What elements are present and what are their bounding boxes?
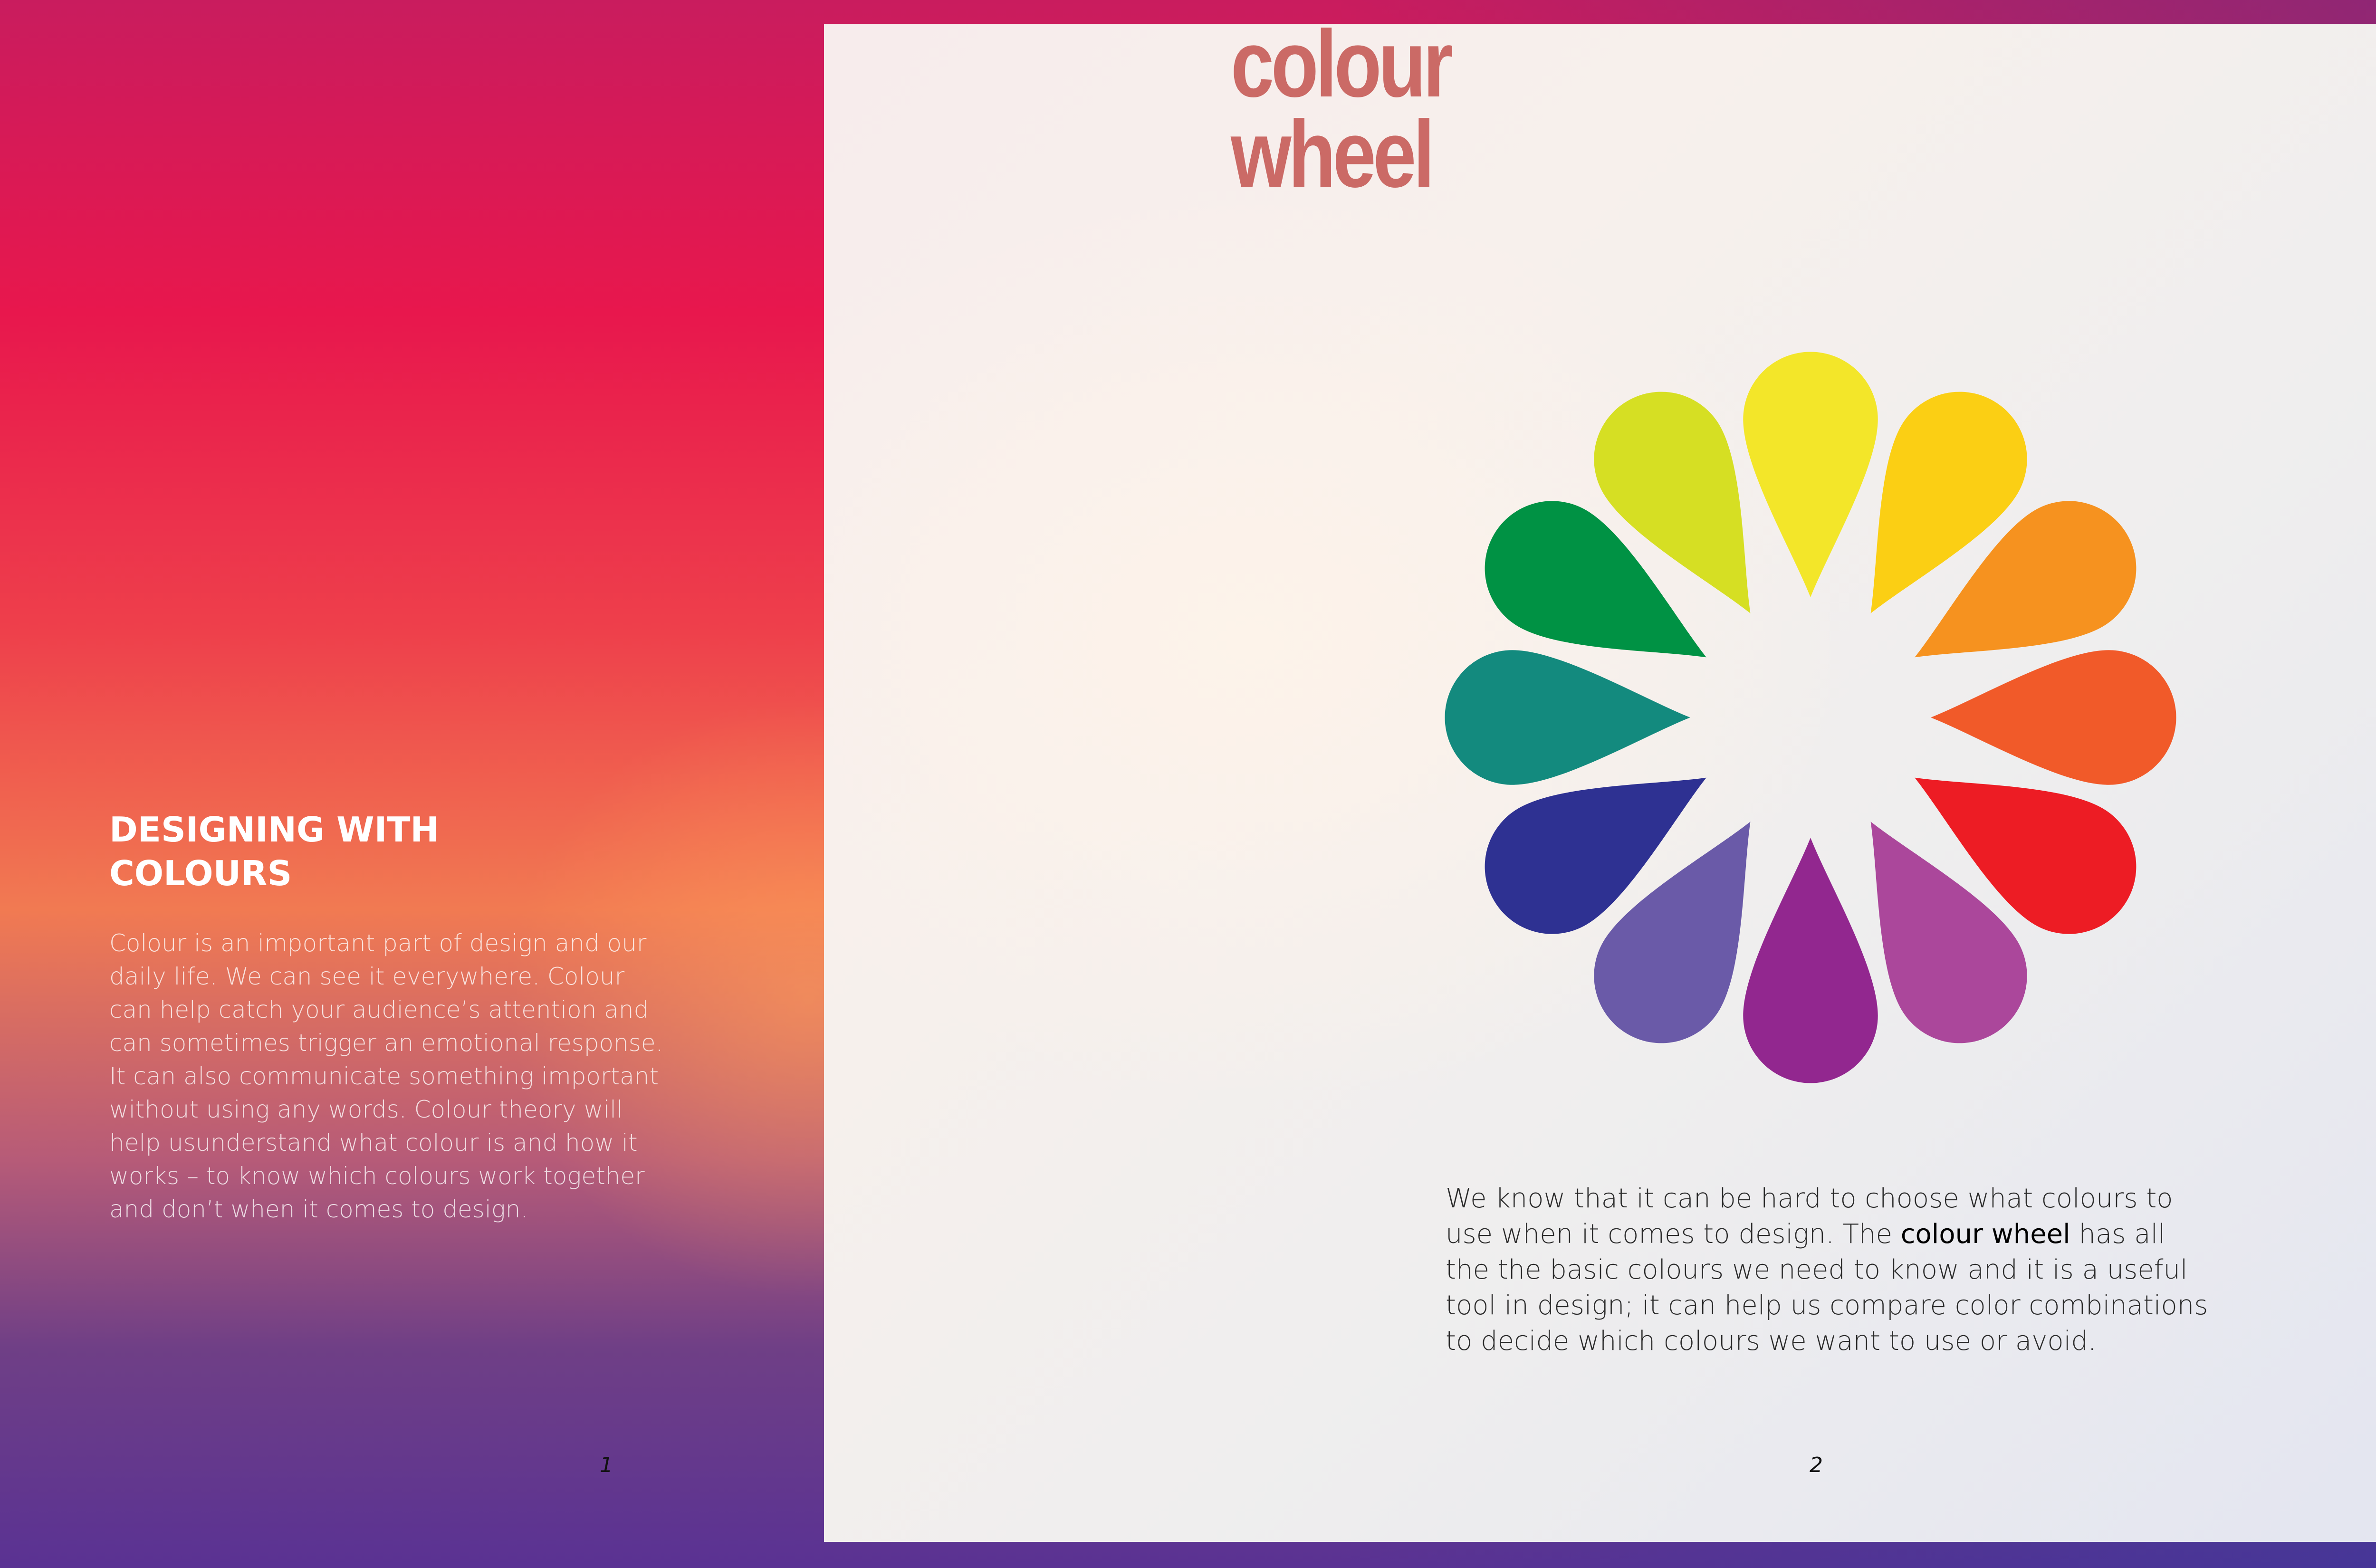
petal-4 [1931, 650, 2176, 785]
page-number-left: 1 [600, 1453, 613, 1477]
petal-10 [1445, 650, 1690, 785]
colour-wheel-highlight: colour wheel [1900, 1219, 2070, 1250]
left-body-text: Colour is an important part of design an… [109, 929, 663, 1223]
title-line2: wheel [1231, 101, 1435, 207]
petal-7 [1743, 838, 1878, 1083]
colour-wheel [1445, 352, 2176, 1083]
title-line1: colour [1231, 11, 1453, 117]
left-heading-line1: DESIGNING WITH [109, 810, 439, 850]
left-heading-line2: COLOURS [109, 853, 292, 893]
right-body-text: We know that it can be hard to choose wh… [1446, 1181, 2215, 1359]
page-number-right: 2 [1810, 1453, 1823, 1477]
left-heading: DESIGNING WITH COLOURS [109, 808, 537, 895]
page-title: colour wheel [1231, 11, 1453, 207]
petal-1 [1743, 352, 1878, 597]
